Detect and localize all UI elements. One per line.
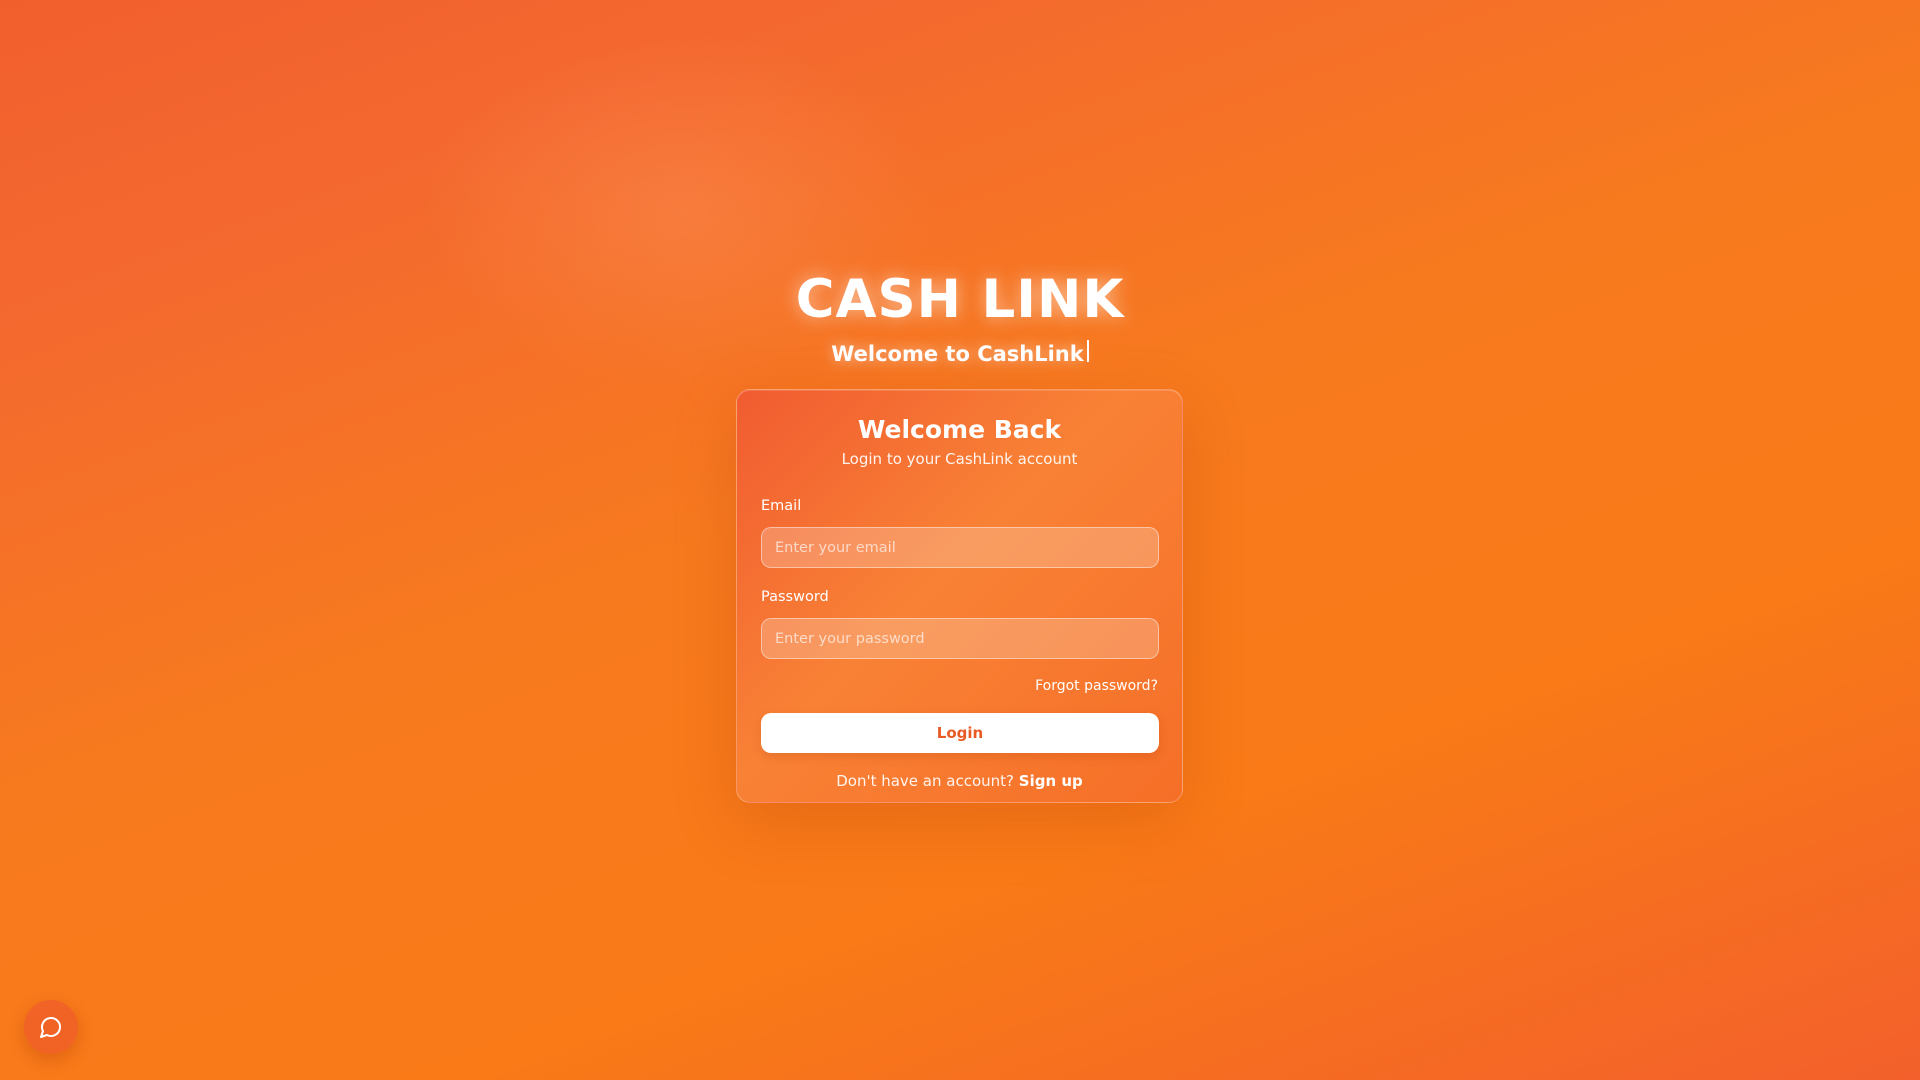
signup-row: Don't have an account? Sign up [761, 771, 1158, 791]
brand-header: CASH LINK Welcome to CashLink [0, 268, 1920, 368]
login-button[interactable]: Login [761, 713, 1159, 753]
card-title: Welcome Back [857, 415, 1062, 444]
chat-widget-button[interactable] [24, 1000, 78, 1054]
forgot-password-link[interactable]: Forgot password? [761, 677, 1158, 695]
brand-title: CASH LINK [795, 269, 1125, 330]
email-label: Email [761, 498, 802, 514]
login-card: Welcome Back Login to your CashLink acco… [736, 389, 1183, 803]
chat-bubble-icon [40, 1017, 61, 1038]
password-label: Password [761, 589, 829, 605]
signup-prompt: Don't have an account? [836, 772, 1014, 790]
email-input[interactable] [761, 527, 1159, 568]
brand-subtitle: Welcome to CashLink [831, 340, 1089, 368]
password-input[interactable] [761, 618, 1159, 659]
typing-caret [1086, 340, 1089, 362]
signup-link[interactable]: Sign up [1019, 772, 1083, 790]
card-subtitle: Login to your CashLink account [841, 450, 1078, 468]
brand-subtitle-text: Welcome to CashLink [831, 342, 1084, 366]
